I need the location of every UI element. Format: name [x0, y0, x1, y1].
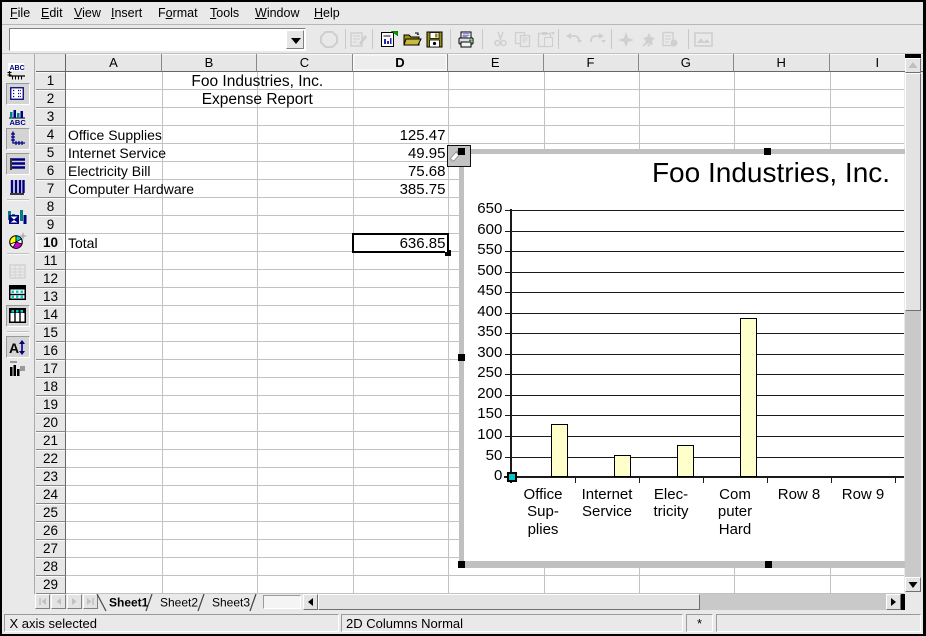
svg-text:Sheet3: Sheet3: [212, 596, 250, 610]
svg-text:ABC: ABC: [10, 118, 27, 125]
svg-text:Sheet2: Sheet2: [160, 596, 198, 610]
svg-text:ABC: ABC: [10, 65, 25, 72]
svg-text:A: A: [9, 340, 19, 355]
svg-text:Sheet1: Sheet1: [109, 596, 149, 610]
